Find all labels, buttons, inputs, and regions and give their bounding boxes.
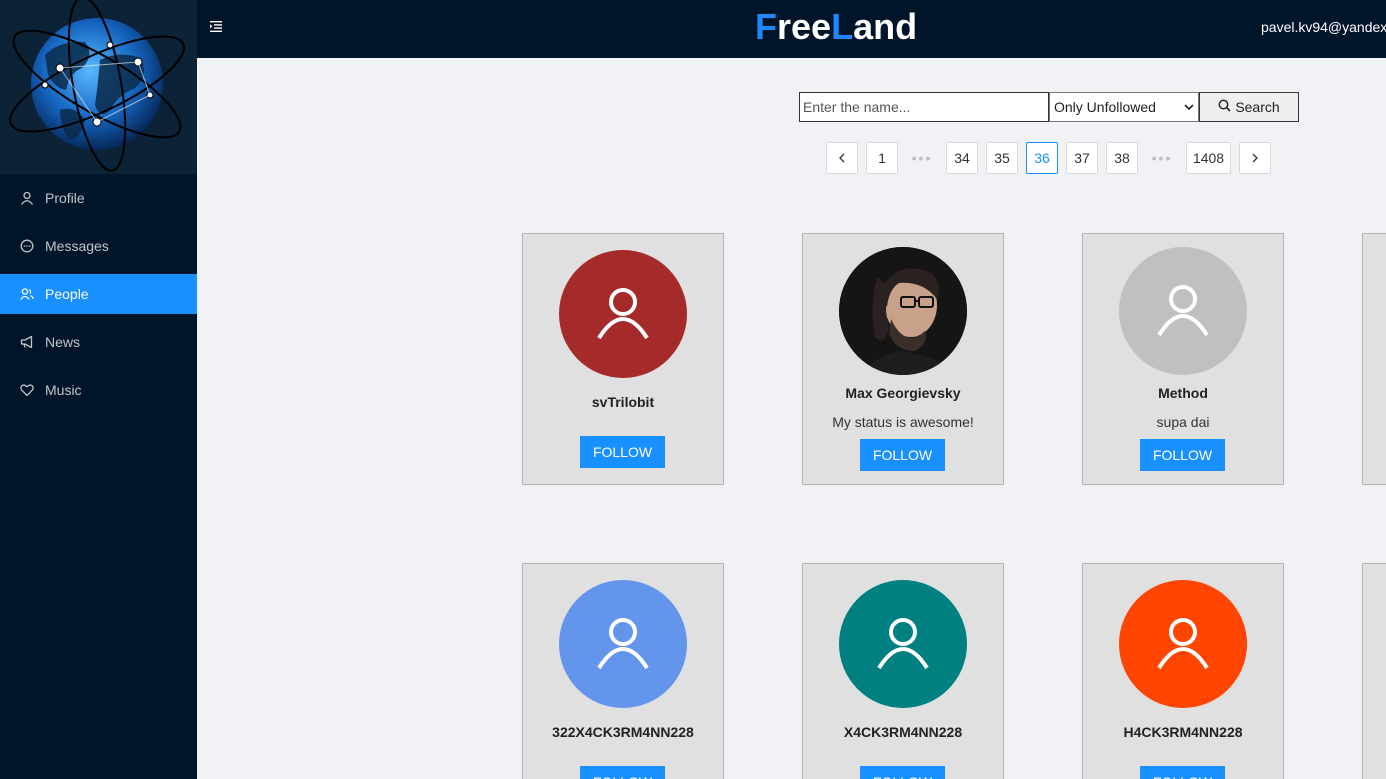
- sidebar-item-label: Profile: [45, 190, 85, 206]
- brand-part-and: and: [853, 6, 918, 47]
- pagination-page[interactable]: 34: [946, 142, 978, 174]
- user-card: Max Georgievsky My status is awesome! FO…: [802, 233, 1004, 485]
- user-name: Method: [1158, 385, 1208, 401]
- user-status: supa dai: [1156, 414, 1210, 430]
- pagination-page-current[interactable]: 36: [1026, 142, 1058, 174]
- search-button[interactable]: Search: [1199, 92, 1299, 122]
- people-icon: [20, 287, 34, 301]
- user-name: X4CK3RM4NN228: [843, 724, 963, 740]
- sidebar: Profile Messages People News Music: [0, 0, 197, 779]
- avatar[interactable]: [839, 247, 967, 375]
- message-icon: [20, 239, 34, 253]
- follow-button[interactable]: FOLLOW: [860, 766, 945, 779]
- filter-selected-value: Only Unfollowed: [1054, 99, 1156, 115]
- brand-letter-f: F: [755, 6, 777, 47]
- follow-button[interactable]: FOLLOW: [580, 766, 665, 779]
- pagination-next[interactable]: [1239, 142, 1271, 174]
- pagination-prev[interactable]: [826, 142, 858, 174]
- pagination-page[interactable]: 38: [1106, 142, 1138, 174]
- sidebar-item-label: People: [45, 286, 89, 302]
- avatar[interactable]: [1119, 580, 1247, 708]
- avatar[interactable]: [559, 580, 687, 708]
- user-card-partial: [1362, 233, 1386, 485]
- sidebar-item-messages[interactable]: Messages: [0, 226, 197, 266]
- follow-filter-select[interactable]: Only Unfollowed: [1049, 92, 1199, 122]
- brand-logo: FreeLand: [755, 6, 917, 48]
- user-email[interactable]: pavel.kv94@yandex.: [1261, 19, 1386, 35]
- sidebar-item-label: Music: [45, 382, 82, 398]
- pagination-page[interactable]: 35: [986, 142, 1018, 174]
- top-header: FreeLand pavel.kv94@yandex.: [197, 0, 1386, 58]
- follow-button[interactable]: FOLLOW: [580, 436, 665, 468]
- brand-part-ree: ree: [777, 6, 832, 47]
- search-icon: [1218, 99, 1231, 115]
- pagination-page[interactable]: 37: [1066, 142, 1098, 174]
- sidebar-item-profile[interactable]: Profile: [0, 178, 197, 218]
- sidebar-item-label: Messages: [45, 238, 109, 254]
- avatar[interactable]: [1119, 247, 1247, 375]
- sidebar-item-music[interactable]: Music: [0, 370, 197, 410]
- user-card: X4CK3RM4NN228 FOLLOW: [802, 563, 1004, 779]
- chevron-down-icon: [1184, 99, 1194, 115]
- user-icon: [593, 612, 653, 677]
- chevron-right-icon: [1250, 150, 1260, 166]
- search-button-label: Search: [1235, 99, 1280, 115]
- heart-icon: [20, 383, 34, 397]
- logo: [0, 0, 197, 174]
- pagination-ellipsis[interactable]: •••: [906, 142, 938, 174]
- user-icon: [1153, 279, 1213, 344]
- notification-icon: [20, 335, 34, 349]
- sidebar-item-people[interactable]: People: [0, 274, 197, 314]
- user-icon: [593, 282, 653, 347]
- user-card: H4CK3RM4NN228 FOLLOW: [1082, 563, 1284, 779]
- follow-button[interactable]: FOLLOW: [860, 439, 945, 471]
- user-icon: [1153, 612, 1213, 677]
- chevron-left-icon: [837, 150, 847, 166]
- user-card-partial: [1362, 563, 1386, 779]
- user-name: Max Georgievsky: [845, 385, 961, 401]
- user-icon: [873, 612, 933, 677]
- user-card: 322X4CK3RM4NN228 FOLLOW: [522, 563, 724, 779]
- user-name: svTrilobit: [591, 394, 655, 410]
- sidebar-item-news[interactable]: News: [0, 322, 197, 362]
- pagination-page[interactable]: 1408: [1186, 142, 1231, 174]
- menu-fold-icon[interactable]: [209, 19, 225, 35]
- user-name: H4CK3RM4NN228: [1123, 724, 1243, 740]
- user-photo: [839, 247, 967, 375]
- pagination-ellipsis[interactable]: •••: [1146, 142, 1178, 174]
- sidebar-item-label: News: [45, 334, 81, 350]
- brand-letter-l: L: [831, 6, 854, 47]
- user-icon: [20, 191, 34, 205]
- avatar[interactable]: [839, 580, 967, 708]
- user-status: My status is awesome!: [832, 414, 974, 430]
- user-card: svTrilobit FOLLOW: [522, 233, 724, 485]
- user-card: Method supa dai FOLLOW: [1082, 233, 1284, 485]
- follow-button[interactable]: FOLLOW: [1140, 439, 1225, 471]
- follow-button[interactable]: FOLLOW: [1140, 766, 1225, 779]
- search-input[interactable]: [799, 92, 1049, 122]
- pagination-page[interactable]: 1: [866, 142, 898, 174]
- avatar[interactable]: [559, 250, 687, 378]
- user-name: 322X4CK3RM4NN228: [552, 724, 694, 740]
